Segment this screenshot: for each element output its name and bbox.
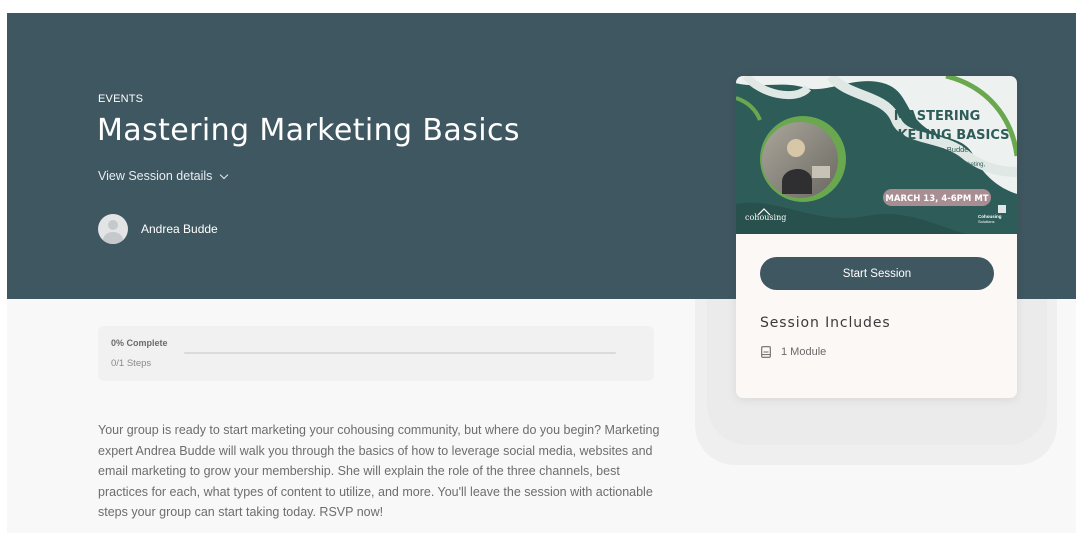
session-includes-heading: Session Includes: [760, 315, 891, 331]
session-description: Your group is ready to start marketing y…: [98, 423, 660, 519]
banner-blurb-line3: Cohousing Solution's Marketing Expert.: [885, 178, 990, 184]
banner-logo-right-line2: Solutions: [978, 219, 994, 224]
banner-byline: with Andrea Budde: [905, 145, 969, 154]
banner-title-line1: MASTERING: [894, 109, 981, 124]
module-count-label: 1 Module: [781, 346, 827, 358]
author-name: Andrea Budde: [141, 222, 218, 236]
book-icon: [761, 346, 771, 358]
session-banner-image: MASTERING MARKETING BASICS with Andrea B…: [736, 76, 1017, 234]
progress-panel: 0% Complete 0/1 Steps: [98, 326, 654, 381]
progress-percent-label: 0% Complete: [111, 338, 168, 348]
session-card: MASTERING MARKETING BASICS with Andrea B…: [736, 76, 1017, 398]
banner-blurb-line2: websites, and social media with: [894, 170, 979, 176]
avatar: [98, 214, 128, 244]
module-count: 1 Module: [761, 346, 826, 358]
chevron-down-icon: [220, 170, 229, 179]
banner-blurb-line1: Learn the basics of email marketing,: [889, 162, 986, 168]
view-session-details-label: View Session details: [98, 169, 213, 183]
banner-title-line2: MARKETING BASICS: [864, 128, 1009, 143]
course-page: EVENTS Mastering Marketing Basics View S…: [7, 13, 1076, 533]
author[interactable]: Andrea Budde: [98, 214, 218, 244]
banner-date: MARCH 13, 4-6PM MT: [885, 194, 988, 204]
category-label: EVENTS: [98, 93, 144, 105]
progress-bar: [184, 352, 616, 354]
banner-logo-left: cohousing: [745, 213, 786, 222]
page-title: Mastering Marketing Basics: [97, 113, 520, 148]
start-session-button[interactable]: Start Session: [760, 257, 994, 290]
progress-steps-label: 0/1 Steps: [111, 358, 152, 369]
view-session-details-toggle[interactable]: View Session details: [98, 169, 229, 183]
